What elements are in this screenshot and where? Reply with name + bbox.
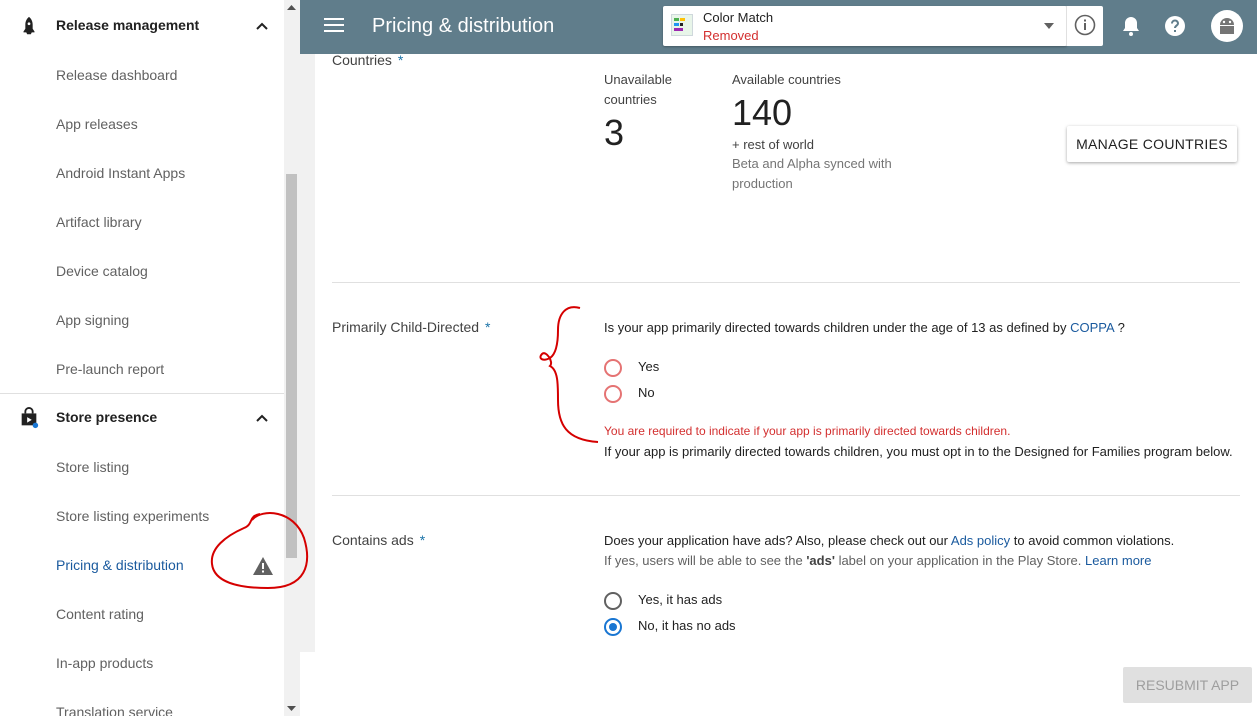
main-content: Countries * Unavailable countries 3 Avail…: [300, 52, 1257, 716]
sidebar-scrollbar-thumb[interactable]: [286, 174, 297, 558]
footer-bar: [300, 652, 1257, 716]
warning-icon: [253, 557, 273, 575]
child-directed-error: You are required to indicate if your app…: [604, 424, 1011, 438]
section-release-management[interactable]: Release management: [0, 1, 284, 49]
child-directed-helper: If your app is primarily directed toward…: [604, 444, 1233, 459]
child-directed-question: Is your app primarily directed towards c…: [604, 320, 1125, 335]
sidebar-item-release-dashboard[interactable]: Release dashboard: [56, 67, 177, 83]
rest-of-world-text: + rest of world: [732, 137, 815, 152]
ads-question: Does your application have ads? Also, pl…: [604, 533, 1175, 548]
account-avatar[interactable]: [1211, 10, 1243, 42]
page-title: Pricing & distribution: [372, 15, 555, 37]
scroll-up-arrow-icon[interactable]: [286, 3, 297, 13]
sidebar-item-instant-apps[interactable]: Android Instant Apps: [56, 165, 185, 181]
unavailable-countries-count: 3: [604, 112, 625, 153]
sync-note: Beta and Alpha synced with production: [732, 156, 892, 191]
sidebar-item-content-rating[interactable]: Content rating: [56, 606, 144, 622]
manage-countries-button[interactable]: MANAGE COUNTRIES: [1067, 126, 1237, 162]
child-directed-no-radio[interactable]: [604, 385, 622, 403]
scroll-down-arrow-icon[interactable]: [286, 703, 297, 713]
app-selector-dropdown[interactable]: Color Match Removed: [663, 6, 1067, 46]
sidebar-item-pricing-distribution[interactable]: Pricing & distribution: [56, 557, 184, 573]
ads-yes-radio[interactable]: [604, 592, 622, 610]
child-directed-label: Primarily Child-Directed *: [332, 319, 491, 335]
section-store-presence[interactable]: Store presence: [0, 393, 284, 441]
ads-no-radio[interactable]: [604, 618, 622, 636]
notifications-bell-icon[interactable]: [1121, 15, 1141, 37]
chevron-up-icon[interactable]: [254, 410, 270, 426]
sidebar-item-store-listing[interactable]: Store listing: [56, 459, 129, 475]
ads-helper: If yes, users will be able to see the 'a…: [604, 553, 1152, 568]
ads-yes-label[interactable]: Yes, it has ads: [638, 592, 722, 607]
available-countries-count: 140: [732, 92, 793, 133]
rocket-icon: [23, 16, 35, 35]
app-name: Color Match: [703, 10, 774, 25]
hamburger-menu-icon[interactable]: [324, 17, 344, 33]
child-directed-yes-radio[interactable]: [604, 359, 622, 377]
pricing-form-card: Countries * Unavailable countries 3 Avail…: [315, 52, 1257, 652]
learn-more-link[interactable]: Learn more: [1085, 553, 1151, 568]
countries-label: Countries *: [332, 52, 404, 68]
section-label-store: Store presence: [56, 409, 158, 425]
child-directed-no-label[interactable]: No: [638, 385, 655, 400]
sidebar-item-artifact-library[interactable]: Artifact library: [56, 214, 142, 230]
sidebar-item-in-app-products[interactable]: In-app products: [56, 655, 153, 671]
available-countries-label: Available countries: [732, 72, 841, 87]
sidebar-item-app-signing[interactable]: App signing: [56, 312, 129, 328]
unavailable-countries-label: Unavailable countries: [604, 72, 672, 107]
caret-down-icon[interactable]: [1043, 22, 1055, 30]
app-status: Removed: [703, 28, 759, 43]
sidebar-item-pre-launch-report[interactable]: Pre-launch report: [56, 361, 164, 377]
sidebar-nav: Release management Release dashboard App…: [0, 0, 299, 716]
shopping-bag-icon: [21, 407, 39, 429]
ads-no-label[interactable]: No, it has no ads: [638, 618, 736, 633]
sidebar-item-translation-service[interactable]: Translation service: [56, 704, 173, 716]
info-icon[interactable]: [1074, 14, 1096, 36]
resubmit-app-button[interactable]: RESUBMIT APP: [1123, 667, 1252, 703]
section-divider: [332, 495, 1240, 496]
coppa-link[interactable]: COPPA: [1070, 320, 1114, 335]
android-icon: [1220, 18, 1234, 34]
contains-ads-label: Contains ads *: [332, 532, 426, 548]
section-divider: [332, 282, 1240, 283]
top-app-bar: Pricing & distribution Color Match Remov…: [300, 0, 1257, 54]
sidebar-item-app-releases[interactable]: App releases: [56, 116, 138, 132]
section-label-release: Release management: [56, 17, 200, 33]
chevron-up-icon[interactable]: [254, 18, 270, 34]
ads-policy-link[interactable]: Ads policy: [951, 533, 1010, 548]
help-icon[interactable]: [1164, 15, 1186, 37]
sidebar-item-device-catalog[interactable]: Device catalog: [56, 263, 148, 279]
child-directed-yes-label[interactable]: Yes: [638, 359, 659, 374]
app-thumbnail: [671, 14, 693, 36]
sidebar-item-store-listing-experiments[interactable]: Store listing experiments: [56, 508, 209, 524]
